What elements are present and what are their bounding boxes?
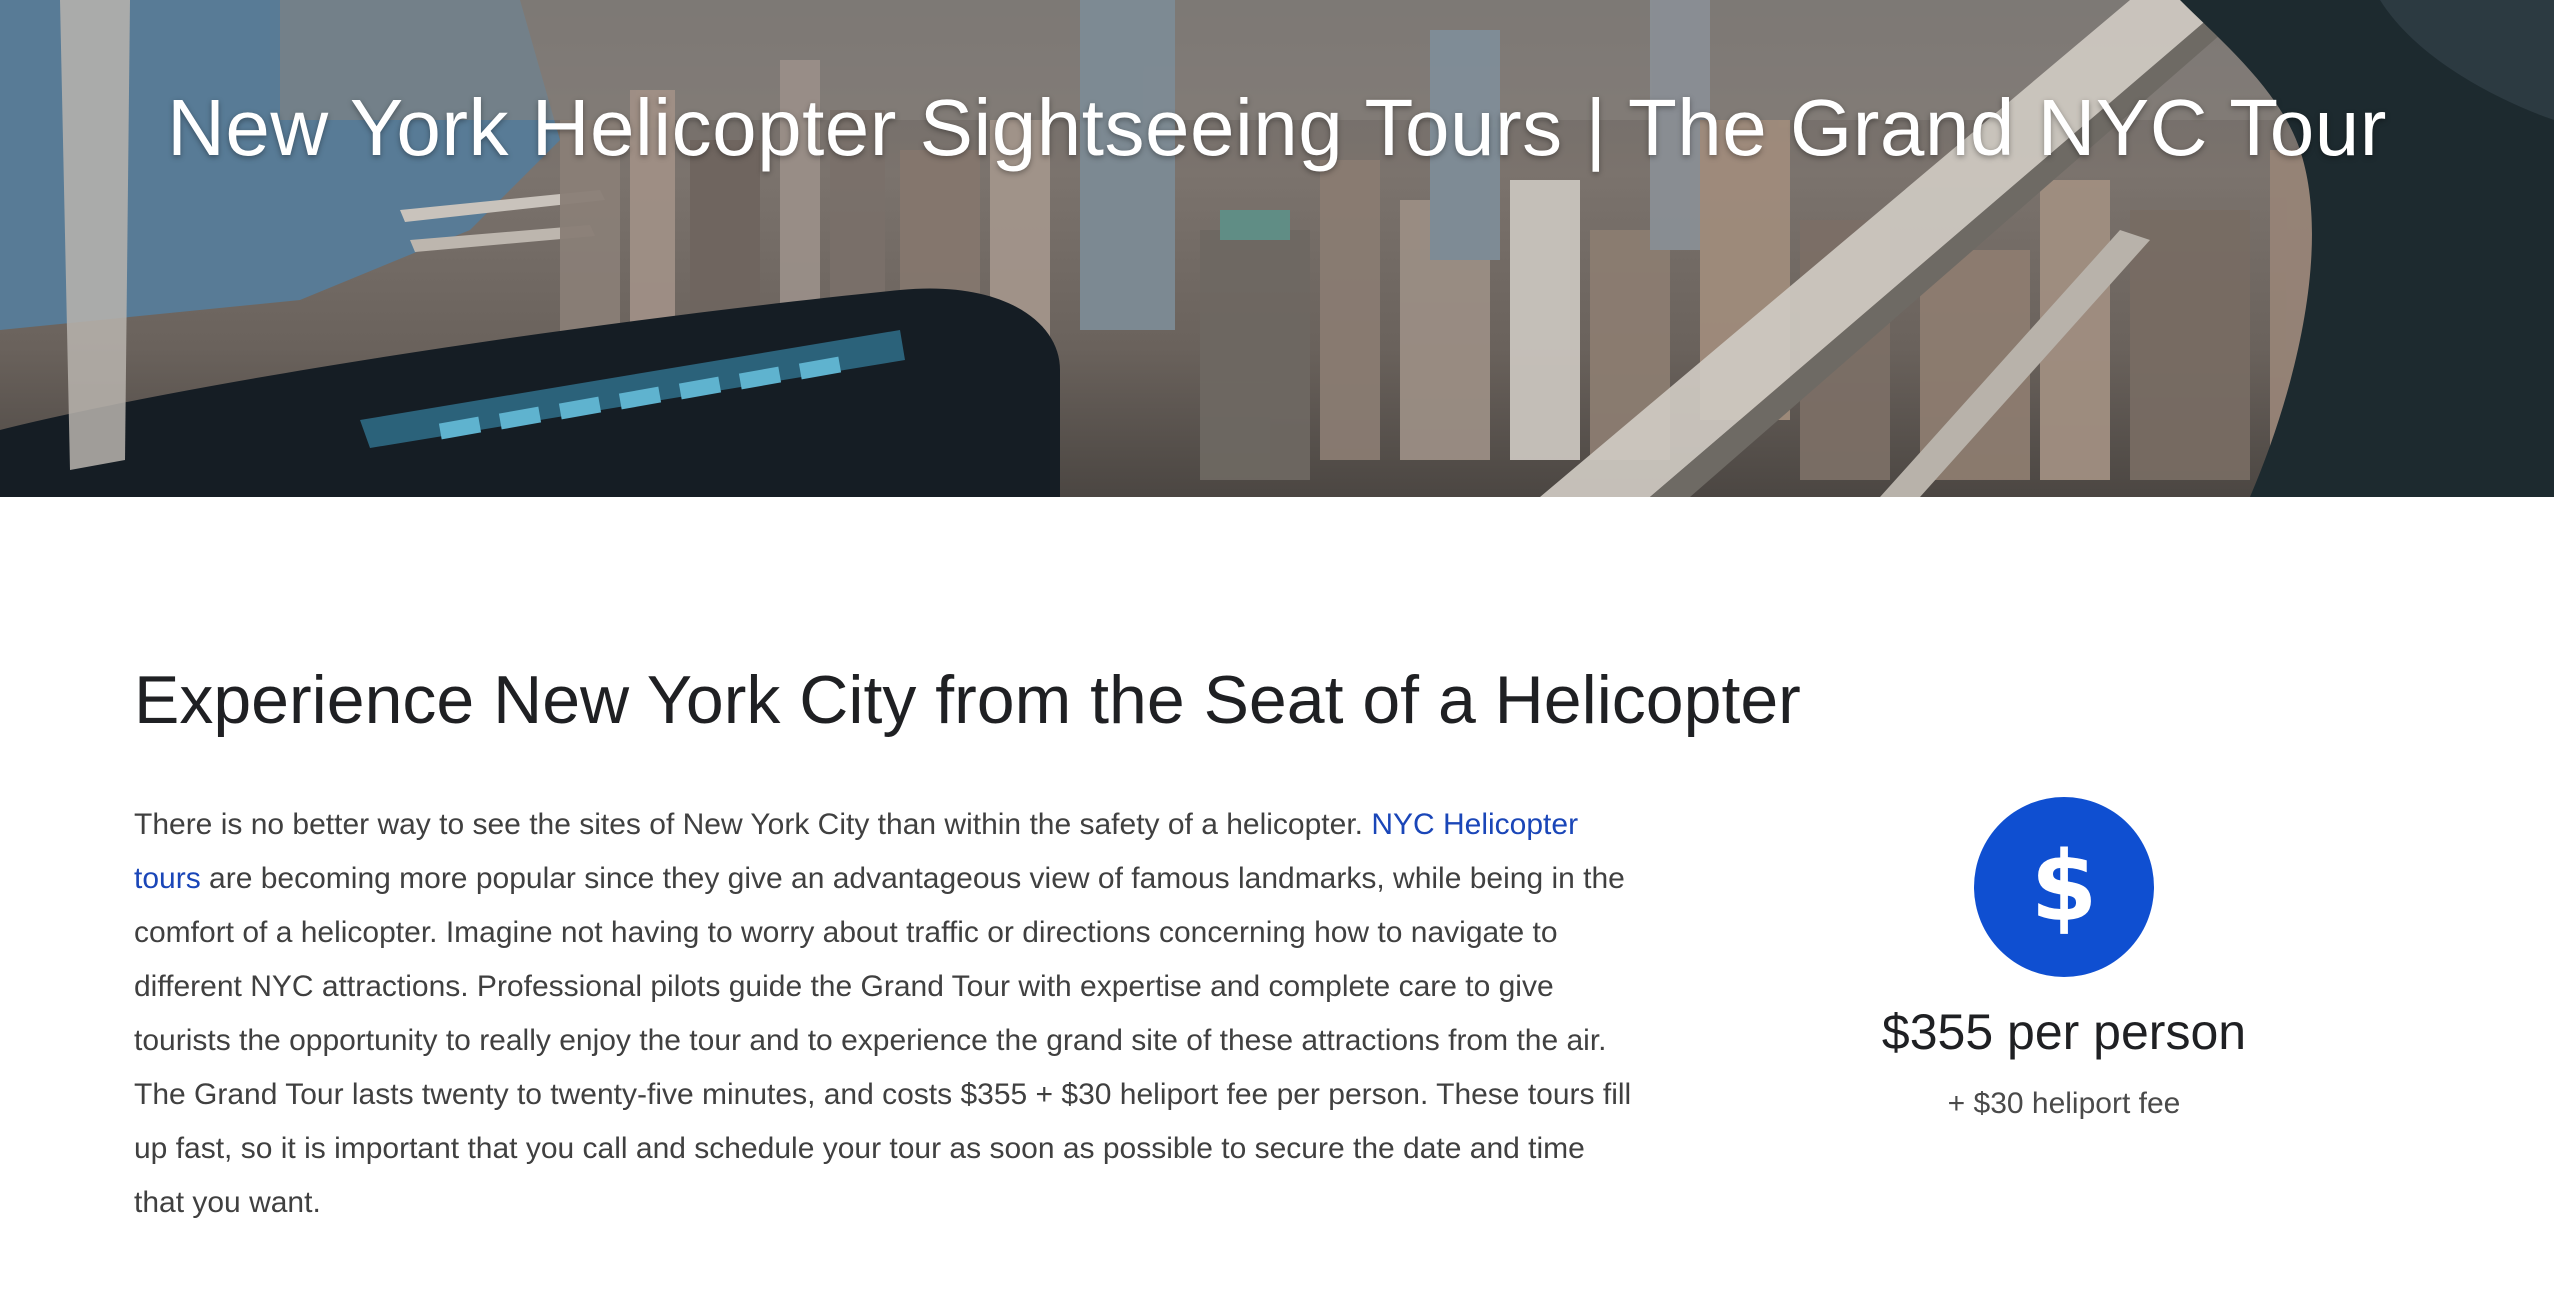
main-content: Experience New York City from the Seat o… [0, 497, 2554, 1310]
hero-banner: New York Helicopter Sightseeing Tours | … [0, 0, 2554, 497]
tour-description: There is no better way to see the sites … [134, 798, 1634, 1230]
description-rest: are becoming more popular since they giv… [134, 862, 1632, 1219]
description-intro: There is no better way to see the sites … [134, 808, 1372, 841]
hero-background-image [0, 0, 2554, 497]
page-title: New York Helicopter Sightseeing Tours | … [167, 83, 2387, 172]
heliport-fee: + $30 heliport fee [1947, 1087, 2181, 1120]
price-card: $ $355 per person + $30 heliport fee [1794, 797, 2334, 1121]
dollar-icon: $ [1974, 797, 2154, 977]
section-heading: Experience New York City from the Seat o… [134, 662, 1801, 738]
price-amount: $355 per person [1881, 1004, 2247, 1060]
